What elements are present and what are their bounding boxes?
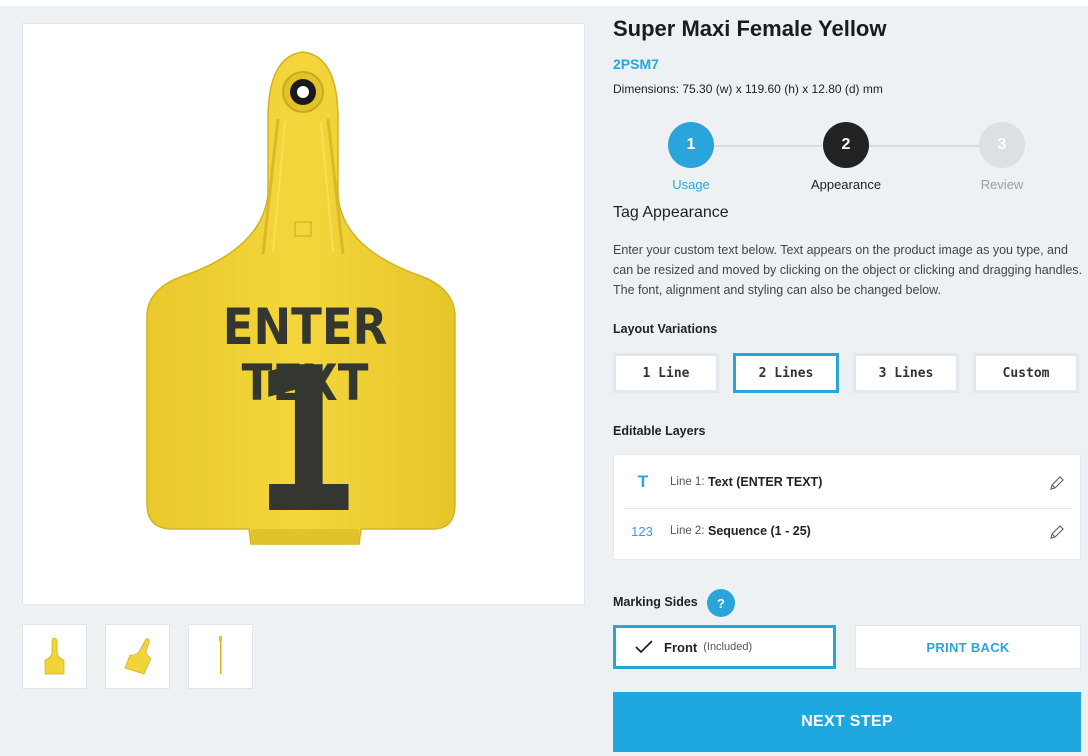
product-sku: 2PSM7 xyxy=(613,56,659,72)
front-side-option[interactable]: Front (Included) xyxy=(613,625,836,669)
editable-layers-label: Editable Layers xyxy=(613,424,706,438)
layout-2-lines-button[interactable]: 2 Lines xyxy=(733,353,839,393)
layer-row-line2[interactable]: 123 Line 2: Sequence (1 - 25) xyxy=(614,507,1082,557)
layout-3-lines-button[interactable]: 3 Lines xyxy=(853,353,959,393)
step-2-label: Appearance xyxy=(810,177,882,192)
step-2-number: 2 xyxy=(841,136,851,153)
layer-row-line1[interactable]: T Line 1: Text (ENTER TEXT) xyxy=(614,458,1082,508)
tag-front-thumbnail-icon xyxy=(44,637,65,675)
help-question-icon[interactable]: ? xyxy=(707,589,735,617)
step-3-circle: 3 xyxy=(979,122,1025,168)
layout-1-line-button[interactable]: 1 Line xyxy=(613,353,719,393)
tag-line2-text[interactable]: 1 xyxy=(210,342,400,542)
next-step-button[interactable]: NEXT STEP xyxy=(613,692,1081,752)
thumbnail-angled[interactable] xyxy=(105,624,170,689)
tag-side-thumbnail-icon xyxy=(219,636,222,674)
layer-1-value: Text (ENTER TEXT) xyxy=(708,475,823,489)
product-title: Super Maxi Female Yellow xyxy=(613,16,887,41)
step-1-label[interactable]: Usage xyxy=(631,177,751,192)
print-back-button[interactable]: PRINT BACK xyxy=(855,625,1081,669)
instructions-text: Enter your custom text below. Text appea… xyxy=(613,243,1083,297)
layer-2-prefix: Line 2: xyxy=(670,525,705,537)
editable-layers-list: T Line 1: Text (ENTER TEXT) 123 Line 2: … xyxy=(613,454,1081,560)
layer-2-value: Sequence (1 - 25) xyxy=(708,524,811,538)
layout-custom-button[interactable]: Custom xyxy=(973,353,1079,393)
product-canvas[interactable]: ENTER TEXT 1 xyxy=(22,23,585,605)
section-title: Tag Appearance xyxy=(613,204,729,221)
step-1-circle[interactable]: 1 xyxy=(668,122,714,168)
top-strip xyxy=(0,0,1088,6)
thumbnail-side[interactable] xyxy=(188,624,253,689)
step-1-number: 1 xyxy=(686,136,696,153)
edit-pencil-icon[interactable] xyxy=(1048,474,1066,492)
stepper-connector-1 xyxy=(714,145,822,147)
marking-sides-label: Marking Sides xyxy=(613,595,698,609)
checkmark-icon xyxy=(635,640,653,654)
sequence-layer-icon: 123 xyxy=(631,524,653,539)
front-included-note: (Included) xyxy=(703,641,753,653)
text-layer-icon: T xyxy=(637,472,649,491)
stepper-connector-2 xyxy=(869,145,979,147)
tag-angled-thumbnail-icon xyxy=(124,638,152,675)
edit-pencil-icon[interactable] xyxy=(1048,523,1066,541)
step-3-number: 3 xyxy=(997,136,1007,153)
front-label: Front xyxy=(664,639,698,655)
step-2-circle[interactable]: 2 xyxy=(823,122,869,168)
thumbnail-front[interactable] xyxy=(22,624,87,689)
step-3-label: Review xyxy=(980,177,1024,192)
layout-variations-label: Layout Variations xyxy=(613,322,718,336)
layer-1-prefix: Line 1: xyxy=(670,476,705,488)
product-dimensions: Dimensions: 75.30 (w) x 119.60 (h) x 12.… xyxy=(613,82,883,96)
